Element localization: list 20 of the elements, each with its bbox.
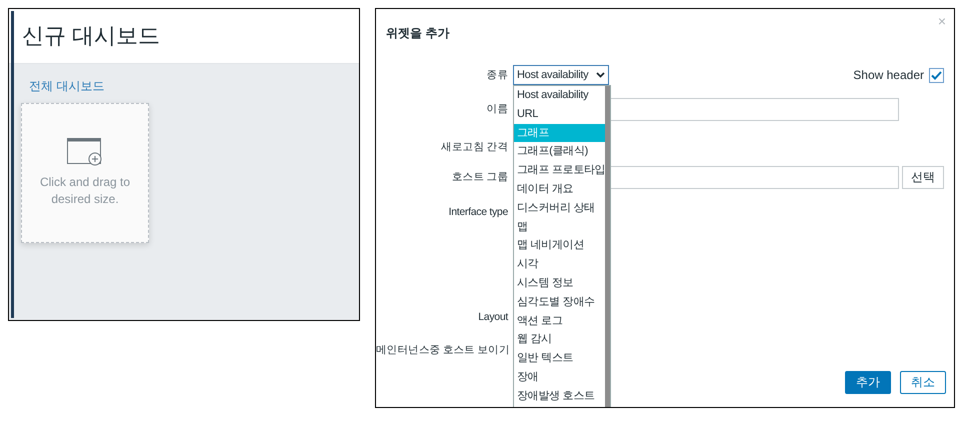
select-button[interactable]: 선택: [902, 166, 944, 188]
type-select[interactable]: Host availability: [513, 65, 609, 85]
field-label: 메인터넌스중 호스트 보이기: [376, 343, 508, 357]
cancel-button[interactable]: 취소: [900, 371, 946, 394]
breadcrumb-link[interactable]: 전체 대시보드: [21, 78, 104, 95]
placeholder-hint: Click and drag to desired size.: [38, 174, 132, 208]
field-label: Layout: [477, 311, 508, 323]
field-label: 이름: [486, 102, 508, 116]
add-widget-icon: [67, 138, 103, 166]
field-label: 종류: [486, 68, 508, 82]
show-header-checkbox[interactable]: [929, 68, 944, 82]
dashboard-title: 신규 대시보드: [22, 22, 160, 50]
add-button[interactable]: 추가: [845, 371, 891, 394]
field-label: Interface type: [448, 206, 508, 218]
field-label: 새로고침 간격: [440, 140, 508, 154]
field-label: 호스트 그룹: [450, 170, 508, 184]
dialog-title: 위젯을 추가: [386, 25, 450, 42]
scrollbar[interactable]: [605, 86, 610, 407]
show-header-label: Show header: [853, 68, 924, 82]
chevron-icon: [596, 72, 605, 78]
